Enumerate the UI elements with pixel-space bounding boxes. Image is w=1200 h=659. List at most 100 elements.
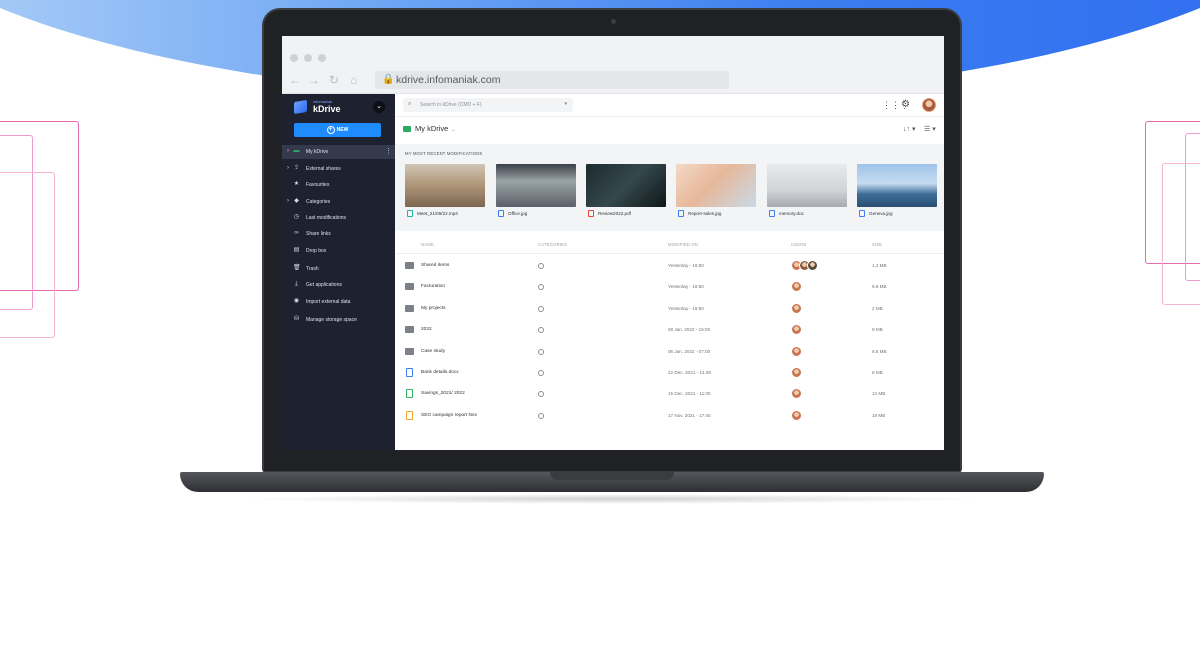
table-row[interactable]: Shared items Yesterday - 16:50 1,2 MB <box>395 256 944 277</box>
folder-icon <box>405 326 414 334</box>
sidebar-item[interactable]: ★ Favourites <box>282 178 395 192</box>
trash-icon: 🗑 <box>293 265 301 271</box>
window-close-dot[interactable] <box>290 54 298 62</box>
chevron-down-icon[interactable]: ⌄ <box>451 127 455 133</box>
folder-icon <box>405 283 414 291</box>
window-minimize-dot[interactable] <box>304 54 312 62</box>
camera-icon <box>611 19 616 24</box>
folder-icon <box>405 347 414 355</box>
add-category-icon[interactable] <box>538 263 544 269</box>
drive-switcher-button[interactable]: ⌄ <box>373 101 385 113</box>
file-name: SEO campaign report Nov <box>421 412 477 418</box>
chevron-right-icon[interactable]: › <box>287 165 289 171</box>
forward-icon[interactable]: → <box>308 74 320 86</box>
user-avatar[interactable] <box>922 98 936 112</box>
table-row[interactable]: 2022 08 Jan. 2022 - 15:00 9 MB <box>395 320 944 341</box>
window-maximize-dot[interactable] <box>318 54 326 62</box>
divider <box>395 253 944 254</box>
add-category-icon[interactable] <box>538 284 544 291</box>
table-row[interactable]: Facturation Yesterday - 16:50 9.8 MB <box>395 277 944 298</box>
gear-icon[interactable]: ⚙ <box>901 99 910 110</box>
sort-icon[interactable]: ↓↑ ▾ <box>903 125 915 133</box>
recent-file-name: memory.doc <box>779 211 804 216</box>
file-name: Facturation <box>421 284 445 290</box>
chevron-right-icon[interactable]: › <box>287 198 289 204</box>
new-button-label: NEW <box>336 127 349 133</box>
sidebar-item[interactable]: › ▬ My kDrive ⋮ <box>282 145 395 159</box>
address-bar[interactable]: 🔒 kdrive.infomaniak.com <box>375 71 729 89</box>
sidebar-item-label: Get applications <box>306 282 342 288</box>
add-category-icon[interactable] <box>538 348 544 355</box>
add-category-icon[interactable] <box>538 412 544 419</box>
brand-product: kDrive <box>313 104 341 114</box>
home-icon[interactable]: ⌂ <box>350 74 357 86</box>
sidebar-item-label: Import external data <box>306 299 351 305</box>
back-icon[interactable]: ← <box>289 74 301 86</box>
add-category-icon[interactable] <box>538 305 544 312</box>
add-category-icon[interactable] <box>538 327 544 334</box>
recent-file-card[interactable]: Meet_21/09/22.mp4 <box>405 164 485 220</box>
drive-icon <box>403 126 411 133</box>
table-row[interactable]: Case study 06 Jan. 2022 - 07:00 9.8 MB <box>395 342 944 363</box>
add-category-icon[interactable] <box>538 370 544 376</box>
sidebar-item[interactable]: ◉ Import external data <box>282 295 395 309</box>
url-text: kdrive.infomaniak.com <box>396 74 501 86</box>
top-bar: ⌕ Search in kDrive (CMD + F) ▾ ⋮⋮⋮ ⚙ <box>395 94 944 117</box>
reload-icon[interactable]: ↻ <box>329 74 339 86</box>
recent-file-card[interactable]: memory.doc <box>767 164 847 220</box>
sidebar-item[interactable]: ▤ Drop box <box>282 244 395 258</box>
sidebar-item[interactable]: ⛁ Manage storage space <box>282 313 395 327</box>
table-row[interactable]: Savings_2021/ 2022 15 Dec. 2021 - 11:00 12… <box>395 384 944 405</box>
image-file-icon <box>498 210 504 217</box>
recent-file-card[interactable]: Report-sales.jpg <box>676 164 756 220</box>
chevron-right-icon[interactable]: › <box>287 148 289 154</box>
file-size: 9.8 MB <box>872 284 887 290</box>
column-header-categories[interactable]: CATEGORIES <box>538 242 567 247</box>
laptop-screen: ← → ↻ ⌂ 🔒 kdrive.infomaniak.com infomani… <box>282 36 944 450</box>
file-name: Shared items <box>421 263 450 268</box>
avatar <box>791 388 802 400</box>
list-view-icon[interactable]: ☰ ▾ <box>924 125 936 133</box>
file-thumbnail <box>586 164 666 207</box>
more-options-icon[interactable]: ⋮ <box>385 147 392 155</box>
new-button[interactable]: + NEW <box>294 123 381 137</box>
sidebar-item[interactable]: › ◆ Categories <box>282 195 395 209</box>
sidebar-item-label: Share links <box>306 231 331 237</box>
column-header-name[interactable]: NAME <box>421 242 434 247</box>
chevron-down-icon[interactable]: ▾ <box>564 101 567 107</box>
doc-file-icon <box>406 368 413 377</box>
add-category-icon[interactable] <box>538 391 544 398</box>
modified-date: Yesterday - 16:50 <box>668 305 704 311</box>
recent-file-card[interactable]: Review2022.pdf <box>586 164 666 220</box>
recent-file-card[interactable]: Office.jpg <box>496 164 576 220</box>
recent-file-name: Office.jpg <box>508 211 528 216</box>
table-row[interactable]: SEO campaign report Nov 17 Nov. 2021 - 17… <box>395 406 944 427</box>
sidebar-item[interactable]: ◷ Last modifications <box>282 211 395 225</box>
recent-title: MY MOST RECENT MODIFICATIONS <box>405 151 483 156</box>
sidebar-item-label: Drop box <box>306 248 327 254</box>
modified-date: 15 Dec. 2021 - 11:00 <box>668 391 711 397</box>
file-name: Case study <box>421 348 445 354</box>
column-header-users[interactable]: USERS <box>791 242 806 247</box>
sidebar-item[interactable]: › ⇪ External shares <box>282 162 395 176</box>
file-size: 9 MB <box>872 327 883 333</box>
breadcrumb[interactable]: My kDrive ⌄ <box>403 124 456 133</box>
column-header-modified[interactable]: MODIFIED ON <box>668 242 698 247</box>
recent-file-card[interactable]: Geneva.jpg <box>857 164 937 220</box>
sidebar-item[interactable]: ∞ Share links <box>282 227 395 241</box>
plus-icon: + <box>326 125 335 134</box>
sidebar-item[interactable]: ⤓ Get applications <box>282 278 395 292</box>
star-icon: ★ <box>293 181 300 187</box>
sidebar-item-label: My kDrive <box>306 149 329 155</box>
table-row[interactable]: Bank details.docx 22 Dec. 2021 - 14:38 5 M… <box>395 363 944 384</box>
import-icon: ◉ <box>293 298 300 304</box>
share-icon: ⇪ <box>293 165 300 171</box>
sidebar-item-label: Categories <box>306 199 331 205</box>
table-row[interactable]: My projects Yesterday - 16:50 2 MB <box>395 299 944 320</box>
dropbox-icon: ▤ <box>293 247 300 253</box>
search-input[interactable]: ⌕ Search in kDrive (CMD + F) ▾ <box>403 98 573 112</box>
sidebar-item[interactable]: 🗑 Trash <box>282 262 395 276</box>
column-header-size[interactable]: SIZE <box>872 242 882 247</box>
page-title: My kDrive <box>415 124 449 133</box>
image-file-icon <box>678 210 684 217</box>
